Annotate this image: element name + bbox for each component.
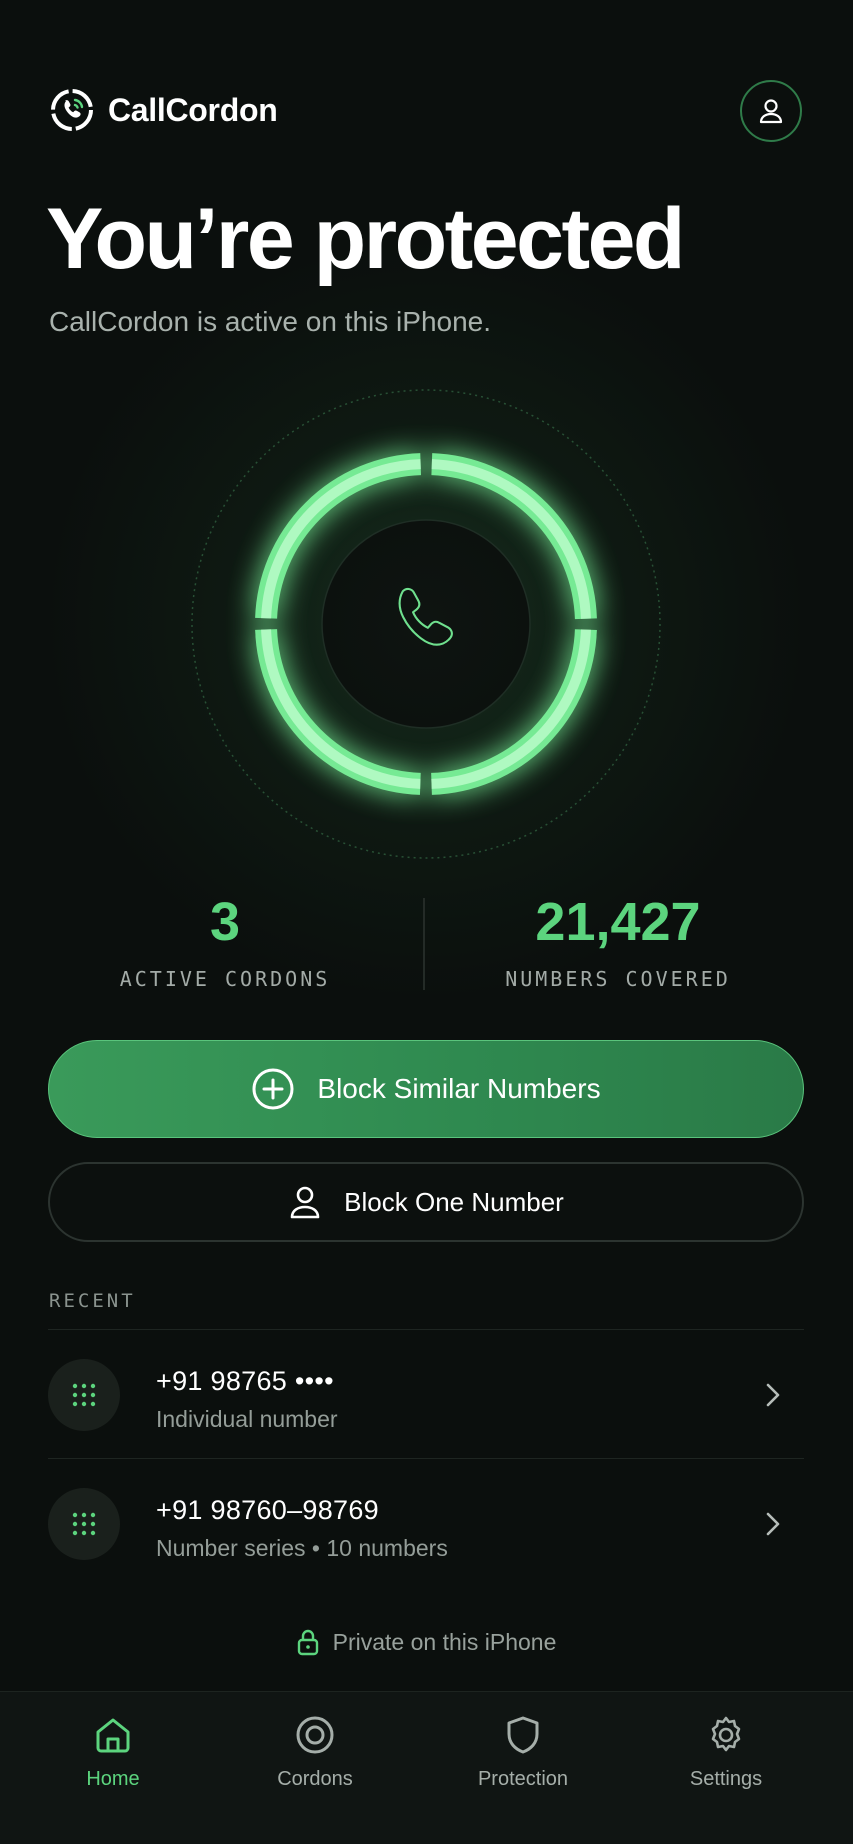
tab-cordons-label: Cordons: [277, 1768, 353, 1790]
person-icon: [759, 99, 783, 124]
tab-protection-label: Protection: [477, 1768, 569, 1790]
protection-status-ring: [191, 389, 661, 859]
privacy-note: Private on this iPhone: [0, 1628, 853, 1656]
shield-icon: [507, 1716, 539, 1754]
tab-protection[interactable]: Protection: [438, 1714, 608, 1791]
recent-item-title: +91 98765 ••••: [156, 1366, 334, 1396]
tab-bar: Home Cordons Protection Settings: [0, 1691, 853, 1844]
block-similar-numbers-button[interactable]: Block Similar Numbers: [48, 1040, 804, 1138]
list-item[interactable]: +91 98765 •••• Individual number: [48, 1330, 804, 1458]
stat-active-cordons: 3 ACTIVE CORDONS: [100, 895, 350, 991]
callcordon-logo-icon: [51, 89, 93, 131]
app-name: CallCordon: [108, 91, 278, 128]
plus-circle-icon: [252, 1068, 294, 1110]
home-screen: CallCordon You’re protected CallCordon i…: [0, 0, 853, 1844]
block-similar-numbers-label: Block Similar Numbers: [317, 1073, 601, 1104]
keypad-icon: [48, 1359, 120, 1431]
list-item[interactable]: +91 98760–98769 Number series • 10 numbe…: [48, 1459, 804, 1587]
target-icon: [296, 1716, 334, 1754]
home-icon: [96, 1718, 130, 1753]
recent-list: +91 98765 •••• Individual number +91 987…: [48, 1329, 804, 1587]
lock-icon: [297, 1629, 318, 1656]
privacy-note-text: Private on this iPhone: [332, 1628, 557, 1655]
numbers-covered-value: 21,427: [535, 892, 701, 952]
person-icon: [290, 1186, 320, 1219]
tab-settings[interactable]: Settings: [641, 1714, 811, 1791]
tab-home-label: Home: [86, 1768, 140, 1790]
chevron-right-icon: [766, 1512, 780, 1536]
tab-cordons[interactable]: Cordons: [230, 1714, 400, 1791]
page-title: You’re protected: [46, 191, 685, 287]
status-subtitle: CallCordon is active on this iPhone.: [49, 306, 492, 337]
tab-home[interactable]: Home: [28, 1714, 198, 1791]
brand: CallCordon: [48, 86, 278, 134]
profile-button[interactable]: [740, 80, 802, 142]
block-one-number-label: Block One Number: [344, 1186, 564, 1217]
stats-divider: [423, 898, 425, 990]
recent-item-subtitle: Individual number: [156, 1406, 338, 1432]
recent-item-title: +91 98760–98769: [156, 1495, 379, 1525]
recent-item-subtitle: Number series • 10 numbers: [156, 1535, 448, 1561]
stat-numbers-covered: 21,427 NUMBERS COVERED: [490, 895, 746, 991]
keypad-icon: [48, 1488, 120, 1560]
numbers-covered-label: NUMBERS COVERED: [505, 967, 731, 991]
block-one-number-button[interactable]: Block One Number: [48, 1162, 804, 1242]
gear-icon: [711, 1716, 741, 1752]
chevron-right-icon: [766, 1383, 780, 1407]
recent-heading: RECENT: [49, 1290, 136, 1312]
active-cordons-value: 3: [209, 892, 241, 952]
active-cordons-label: ACTIVE CORDONS: [119, 967, 331, 991]
tab-settings-label: Settings: [689, 1768, 763, 1790]
